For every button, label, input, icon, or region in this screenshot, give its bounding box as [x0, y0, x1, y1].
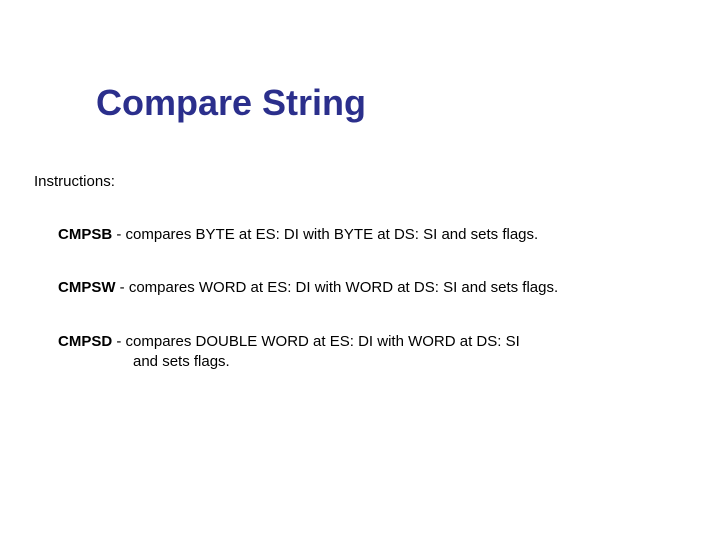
instruction-mnemonic: CMPSW	[58, 279, 116, 296]
section-label: Instructions:	[34, 173, 115, 190]
instruction-item: CMPSW - compares WORD at ES: DI with WOR…	[58, 278, 558, 298]
slide-title: Compare String	[96, 82, 366, 124]
slide: Compare String Instructions: CMPSB - com…	[0, 0, 720, 540]
instruction-desc: compares BYTE at ES: DI with BYTE at DS:…	[126, 226, 539, 243]
instruction-mnemonic: CMPSB	[58, 226, 112, 243]
instruction-mnemonic: CMPSD	[58, 333, 112, 350]
instruction-desc-line2: and sets flags.	[133, 352, 230, 372]
instruction-item: CMPSB - compares BYTE at ES: DI with BYT…	[58, 225, 538, 245]
instruction-item: CMPSD - compares DOUBLE WORD at ES: DI w…	[58, 332, 520, 352]
instruction-sep: -	[112, 226, 125, 243]
instruction-sep: -	[116, 279, 129, 296]
instruction-desc: compares DOUBLE WORD at ES: DI with WORD…	[126, 333, 520, 350]
instruction-sep: -	[112, 333, 125, 350]
instruction-desc: compares WORD at ES: DI with WORD at DS:…	[129, 279, 558, 296]
